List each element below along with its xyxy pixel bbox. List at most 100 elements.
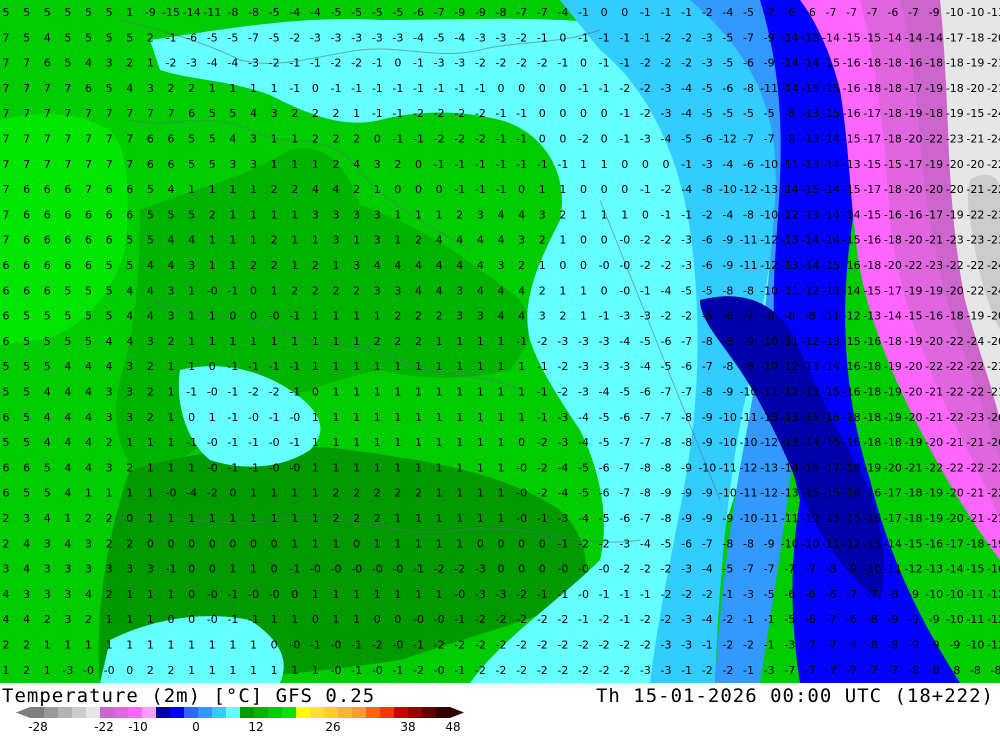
temperature-value: -1 — [496, 158, 507, 171]
temperature-value: 6 — [85, 259, 92, 272]
temperature-value: -22 — [946, 259, 964, 272]
temperature-value: 2 — [168, 664, 175, 677]
temperature-value: 0 — [126, 664, 133, 677]
valid-time-label: Th 15-01-2026 00:00 UTC (18+222) — [596, 685, 994, 707]
legend-tick-labels: -28-22-10012263848 — [28, 720, 460, 733]
temperature-value: -14 — [843, 284, 861, 297]
temperature-value: -5 — [722, 31, 733, 44]
temperature-value: 7 — [23, 107, 30, 120]
temperature-value: 1 — [580, 310, 587, 323]
temperature-value: 7 — [3, 82, 10, 95]
temperature-value: -4 — [454, 31, 465, 44]
temperature-value: -12 — [987, 639, 1000, 652]
temperature-value: -2 — [640, 259, 651, 272]
temperature-value: 5 — [126, 31, 133, 44]
temperature-value: -11 — [203, 6, 221, 19]
temperature-value: -1 — [372, 107, 383, 120]
temperature-value: -9 — [702, 411, 713, 424]
temperature-value: 1 — [209, 335, 216, 348]
temperature-value: -2 — [537, 436, 548, 449]
temperature-value: -2 — [434, 639, 445, 652]
temperature-value: 3 — [147, 335, 154, 348]
temperature-value: -5 — [599, 512, 610, 525]
temperature-value: -23 — [987, 360, 1000, 373]
temperature-value: -6 — [805, 6, 816, 19]
temperature-value: 5 — [188, 133, 195, 146]
temperature-value: 1 — [229, 234, 236, 247]
temperature-value: -15 — [966, 563, 984, 576]
temperature-value: 3 — [147, 563, 154, 576]
temperature-value: 6 — [44, 284, 51, 297]
temperature-value: 2 — [23, 639, 30, 652]
temperature-value: 6 — [168, 133, 175, 146]
legend-swatch — [184, 707, 199, 718]
temperature-value: -4 — [702, 613, 713, 626]
temperature-value: 2 — [3, 512, 10, 525]
temperature-value: 1 — [271, 487, 278, 500]
temperature-value: -16 — [843, 386, 861, 399]
temperature-value: 3 — [44, 537, 51, 550]
temperature-value: 2 — [291, 107, 298, 120]
temperature-value: -2 — [619, 639, 630, 652]
temperature-value: 0 — [601, 107, 608, 120]
temperature-value: 7 — [126, 107, 133, 120]
legend-swatch — [282, 707, 297, 718]
temperature-value: -5 — [661, 537, 672, 550]
temperature-value: -26 — [987, 436, 1000, 449]
temperature-value: 1 — [188, 461, 195, 474]
temperature-value: 6 — [3, 335, 10, 348]
temperature-value: -0 — [372, 563, 383, 576]
temperature-value: -2 — [702, 664, 713, 677]
temperature-value: -24 — [987, 107, 1000, 120]
temperature-value: -8 — [887, 639, 898, 652]
temperature-value: -22 — [966, 461, 984, 474]
temperature-value: -3 — [557, 411, 568, 424]
temperature-value: -2 — [351, 57, 362, 70]
temperature-value: -7 — [661, 386, 672, 399]
temperature-value: -1 — [392, 107, 403, 120]
temperature-value: -5 — [722, 107, 733, 120]
temperature-value: -18 — [884, 107, 902, 120]
temperature-value: -8 — [908, 664, 919, 677]
temperature-value: 7 — [3, 158, 10, 171]
temperature-value: -2 — [248, 386, 259, 399]
temperature-value: -4 — [413, 31, 424, 44]
temperature-value: -14 — [801, 234, 819, 247]
temperature-value: -1 — [537, 512, 548, 525]
temperature-value: -13 — [863, 310, 881, 323]
temperature-value: 1 — [374, 386, 381, 399]
temperature-value: -2 — [537, 461, 548, 474]
temperature-value: -1 — [681, 664, 692, 677]
legend-swatch — [240, 707, 255, 718]
temperature-value: -2 — [661, 588, 672, 601]
temperature-value: -6 — [826, 588, 837, 601]
temperature-value: -5 — [619, 386, 630, 399]
temperature-value: 0 — [601, 183, 608, 196]
temperature-value: 3 — [353, 208, 360, 221]
temperature-value: -4 — [207, 57, 218, 70]
temperature-value: -7 — [764, 133, 775, 146]
temperature-value: -0 — [207, 284, 218, 297]
temperature-value: -15 — [863, 284, 881, 297]
temperature-value: -8 — [702, 386, 713, 399]
temperature-value: -10 — [719, 436, 737, 449]
temperature-value: -9 — [454, 6, 465, 19]
temperature-value: 5 — [64, 31, 71, 44]
temperature-value: -2 — [557, 613, 568, 626]
temperature-value: -2 — [496, 639, 507, 652]
temperature-value: -1 — [661, 6, 672, 19]
temperature-value: -1 — [413, 563, 424, 576]
temperature-value: -7 — [826, 664, 837, 677]
temperature-value: -10 — [801, 537, 819, 550]
temperature-value: 4 — [126, 82, 133, 95]
temperature-value: -18 — [884, 82, 902, 95]
temperature-value: 1 — [436, 588, 443, 601]
temperature-value: -7 — [764, 6, 775, 19]
temperature-value: -7 — [867, 588, 878, 601]
temperature-value: 1 — [229, 664, 236, 677]
temperature-value: -17 — [884, 487, 902, 500]
temperature-map[interactable]: 5555551-9-15-14-11-8-8-5-4-4-5-5-5-5-6-7… — [0, 0, 1000, 683]
temperature-value: 7 — [23, 133, 30, 146]
temperature-value: 5 — [147, 183, 154, 196]
temperature-value: -3 — [557, 335, 568, 348]
